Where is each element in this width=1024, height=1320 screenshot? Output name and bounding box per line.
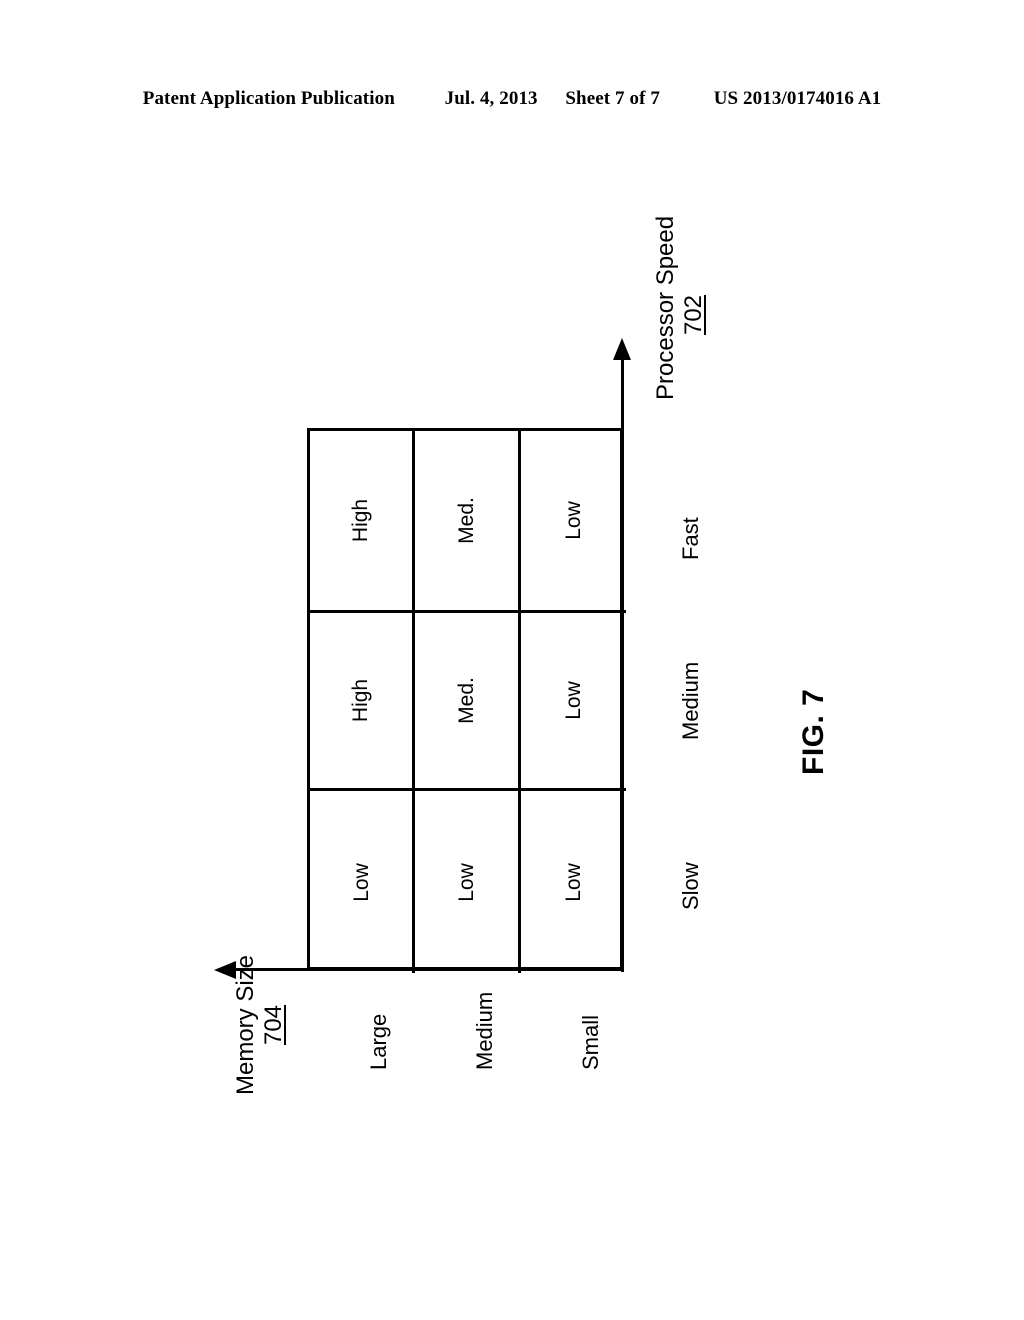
cell-value: Low [562,862,585,902]
table-cell: High [310,613,415,791]
cell-value: Low [349,862,373,902]
cell-value: Low [455,862,478,902]
memory-size-tick-small: Small [578,1014,603,1070]
memory-size-tick-medium: Medium [472,991,497,1070]
processor-speed-tick-slow: Slow [678,862,703,910]
table-cell: Low [521,613,626,791]
cell-value: Med. [455,497,478,544]
table-cell: Low [521,431,626,613]
figure-7: High Med. Low High Med. Low Low Low Low [0,0,1024,1320]
processor-speed-axis-line [621,356,624,972]
priority-matrix-table: High Med. Low High Med. Low Low Low Low [307,428,626,973]
processor-speed-axis-arrow-icon [613,338,631,360]
processor-speed-reference-numeral: 702 [679,294,707,336]
table-cell: Low [310,791,415,973]
processor-speed-axis-title-text: Processor Speed [652,215,679,400]
cell-value: Med. [455,677,478,724]
processor-speed-tick-medium: Medium [678,661,703,740]
table-cell: High [310,431,415,613]
table-cell: Low [415,791,521,973]
memory-size-axis-line [232,968,624,971]
memory-size-axis-tick [307,955,310,969]
cell-value: High [349,678,373,723]
table-cell: Low [521,791,626,973]
table-cell: Med. [415,613,521,791]
cell-value: Low [562,501,585,540]
memory-size-axis-title: Memory Size 704 [232,940,288,1110]
memory-size-axis-tick [518,955,521,969]
figure-caption: FIG. 7 [797,688,830,775]
memory-size-axis-title-text: Memory Size [232,954,259,1096]
table-cell: Med. [415,431,521,613]
processor-speed-tick-fast: Fast [678,517,703,560]
cell-value: Low [562,681,585,720]
memory-size-tick-large: Large [366,1013,391,1070]
cell-value: High [349,498,373,543]
processor-speed-axis-title: Processor Speed 702 [652,216,708,400]
memory-size-axis-tick [412,955,415,969]
memory-size-reference-numeral: 704 [259,1004,287,1046]
